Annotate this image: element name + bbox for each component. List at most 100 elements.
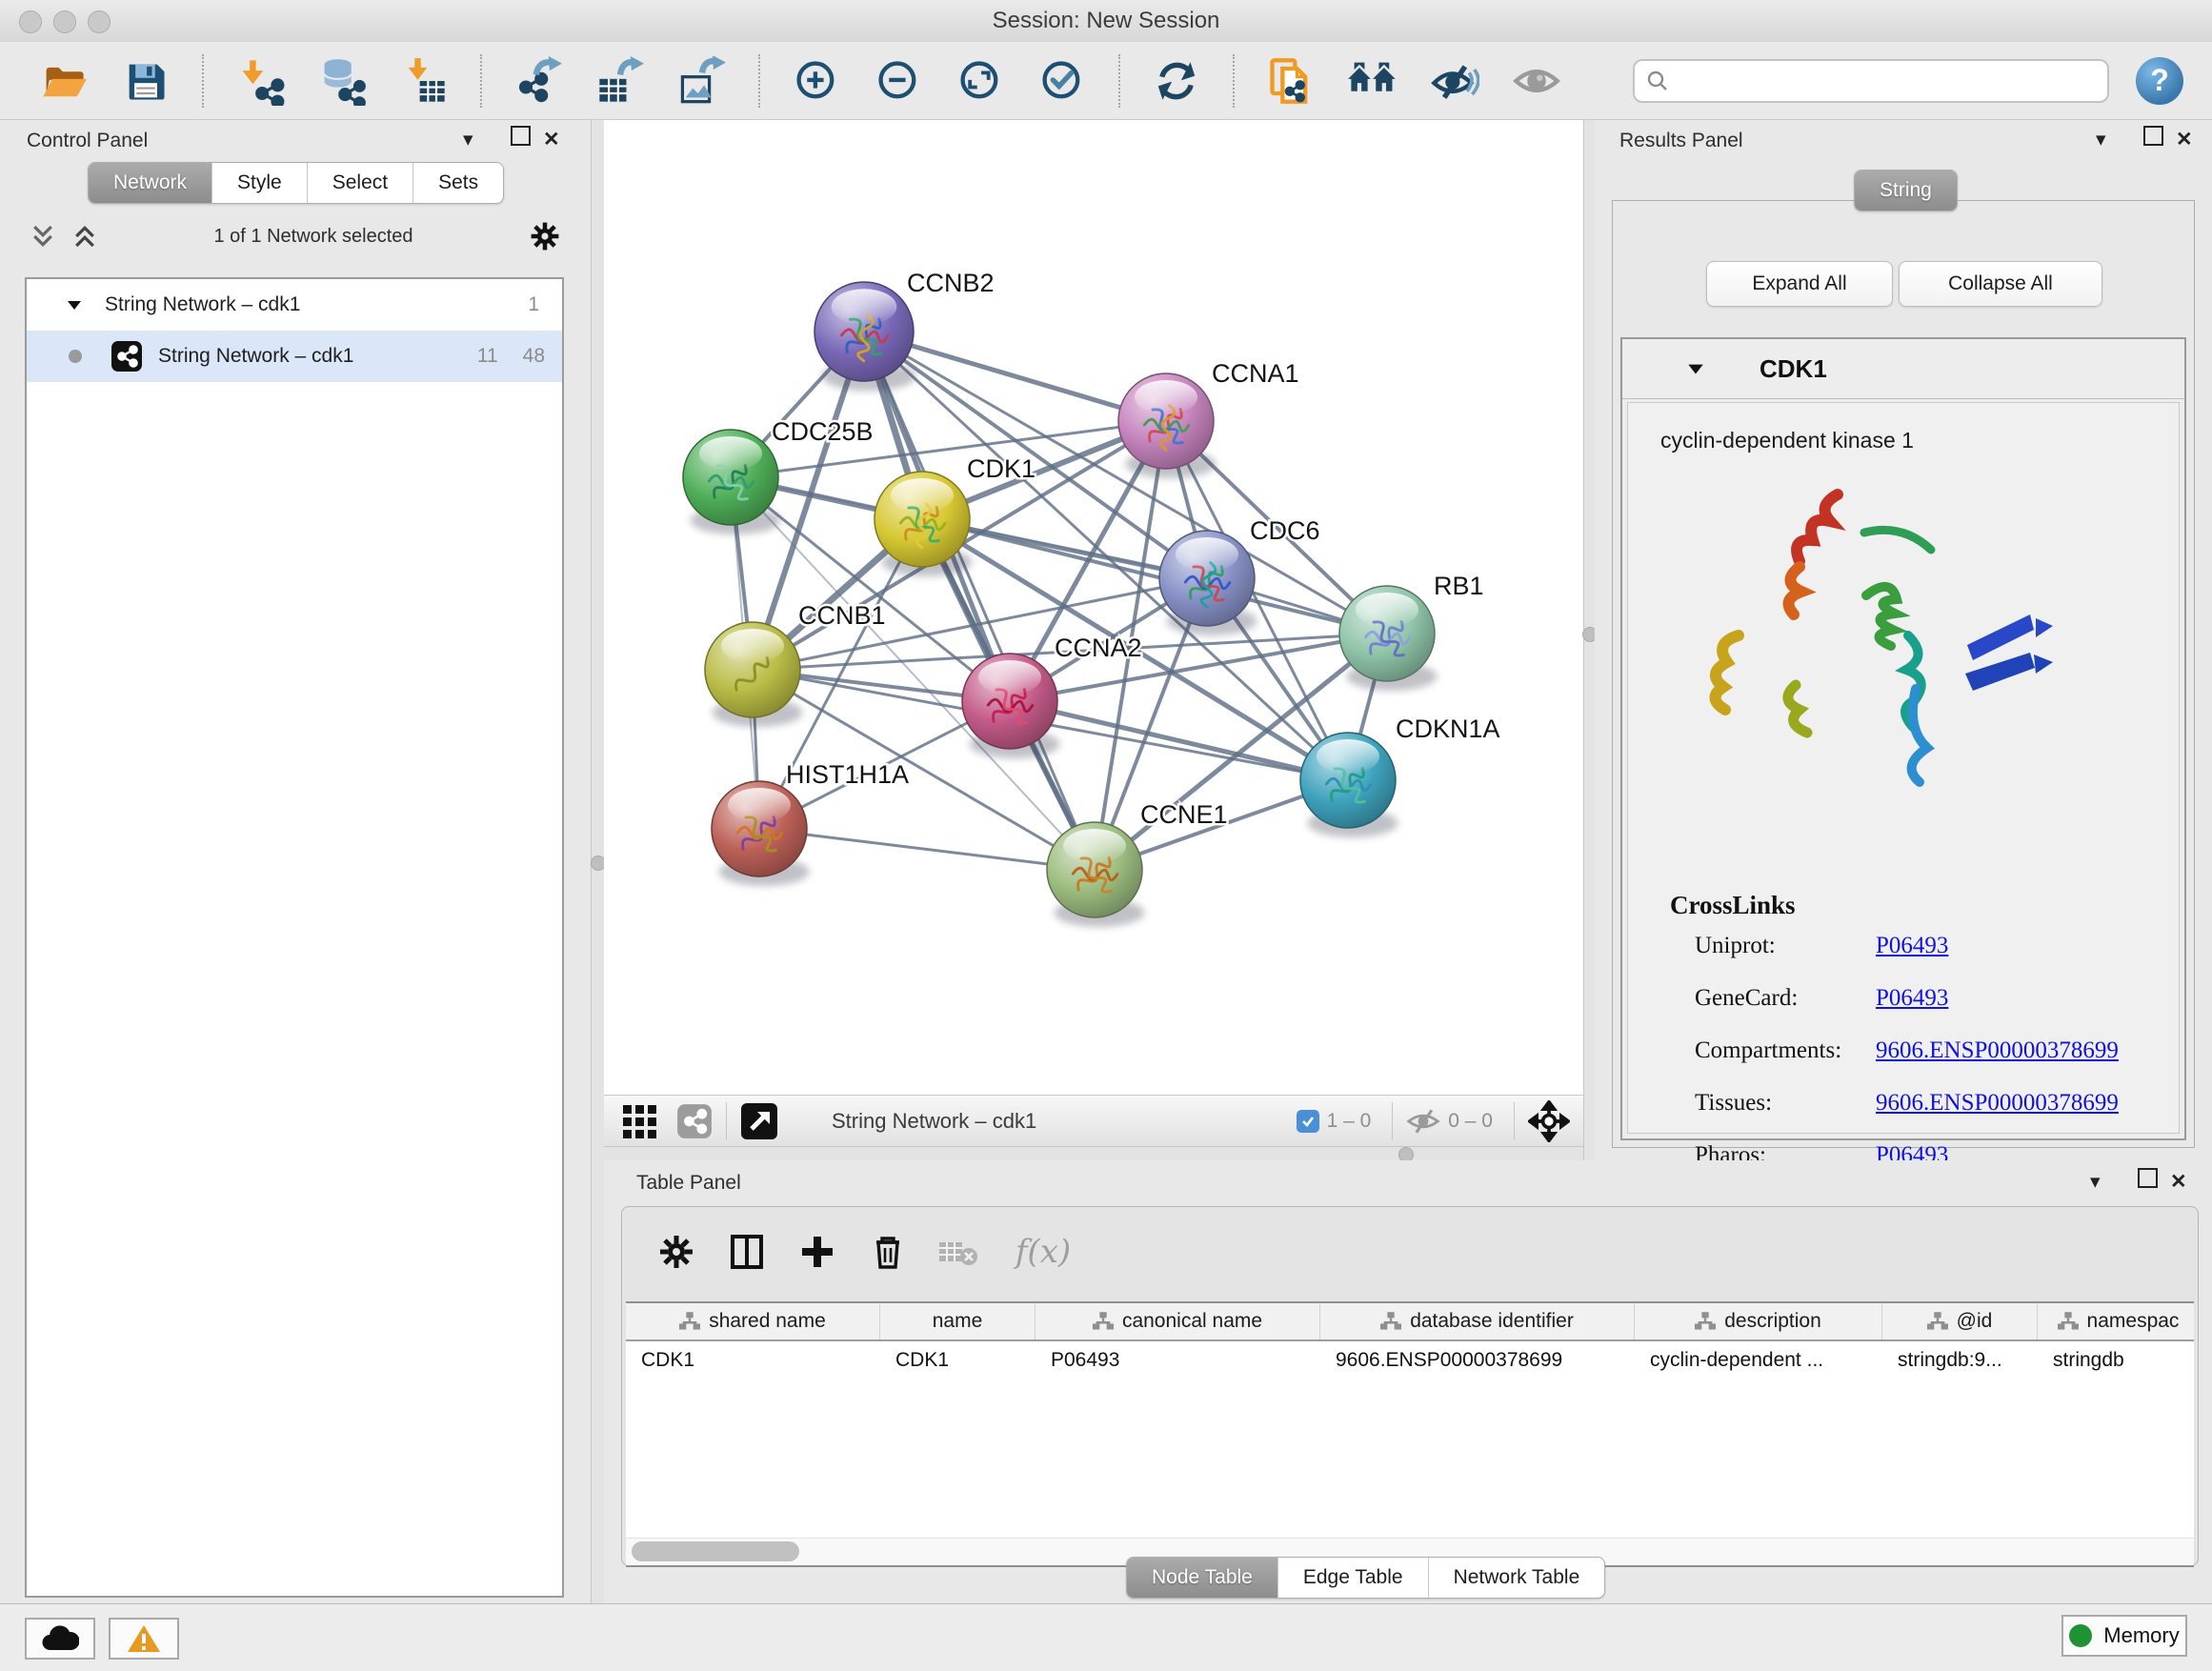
collapse-all-button[interactable]: Collapse All [1899, 261, 2102, 307]
open-session-icon[interactable] [36, 53, 91, 109]
network-node-HIST1H1A[interactable] [712, 781, 810, 886]
network-list-icon[interactable] [676, 1103, 713, 1139]
zoom-fit-icon[interactable] [953, 53, 1008, 109]
tab-style[interactable]: Style [212, 163, 308, 203]
table-panel-float-icon[interactable] [2138, 1168, 2158, 1188]
results-panel-close-icon[interactable]: ✕ [2176, 128, 2193, 151]
column-header-description[interactable]: description [1635, 1303, 1882, 1339]
network-view[interactable]: CCNB2CCNA1CDC25BCDK1CDC6RB1CCNB1CCNA2CDK… [604, 120, 1583, 1146]
clone-network-icon[interactable] [1263, 53, 1318, 109]
export-image-icon[interactable] [674, 53, 730, 109]
birds-eye-view-icon[interactable] [740, 1102, 778, 1140]
table-panel-collapse-icon[interactable]: ▾ [2090, 1170, 2101, 1194]
table-panel-close-icon[interactable]: ✕ [2170, 1170, 2187, 1194]
tab-edge-table[interactable]: Edge Table [1278, 1558, 1429, 1598]
node-label-CCNA1: CCNA1 [1212, 359, 1299, 388]
network-node-CDC25B[interactable] [683, 430, 781, 534]
zoom-out-icon[interactable] [871, 53, 926, 109]
delete-column-icon[interactable] [864, 1228, 912, 1276]
network-node-CDC6[interactable] [1159, 531, 1257, 635]
control-panel-title: Control Panel [27, 130, 148, 152]
control-panel-float-icon[interactable] [511, 126, 531, 146]
scrollbar-thumb[interactable] [632, 1541, 799, 1561]
network-node-RB1[interactable] [1339, 586, 1438, 691]
zoom-selected-icon[interactable] [1035, 53, 1090, 109]
show-columns-icon[interactable] [723, 1228, 771, 1276]
table-cell[interactable]: 9606.ENSP00000378699 [1320, 1341, 1635, 1379]
crosslink-link[interactable]: P06493 [1876, 933, 1948, 959]
memory-button[interactable]: Memory [2061, 1615, 2187, 1657]
delete-table-icon[interactable] [935, 1228, 982, 1276]
tab-sets[interactable]: Sets [413, 163, 503, 203]
help-icon[interactable]: ? [2136, 57, 2183, 105]
zoom-in-icon[interactable] [789, 53, 844, 109]
column-header-shared-name[interactable]: shared name [626, 1303, 880, 1339]
tab-select[interactable]: Select [308, 163, 413, 203]
network-node-CDK1[interactable] [875, 472, 973, 576]
table-row[interactable]: CDK1CDK1P064939606.ENSP00000378699cyclin… [626, 1341, 2194, 1379]
table-cell[interactable]: stringdb:9... [1882, 1341, 2038, 1379]
table-cell[interactable]: stringdb [2038, 1341, 2194, 1379]
cloud-button[interactable] [25, 1618, 95, 1660]
crosslink-link[interactable]: 9606.ENSP00000378699 [1876, 1037, 2119, 1064]
node-label-CCNB2: CCNB2 [907, 269, 995, 297]
import-table-file-icon[interactable] [396, 53, 452, 109]
disclosure-triangle-icon[interactable] [65, 295, 84, 314]
show-all-icon[interactable] [1509, 53, 1564, 109]
save-session-icon[interactable] [118, 53, 173, 109]
network-node-CCNE1[interactable] [1047, 822, 1145, 927]
table-settings-gear-icon[interactable] [653, 1228, 700, 1276]
column-header-database-identifier[interactable]: database identifier [1320, 1303, 1635, 1339]
footer-separator [1392, 1102, 1393, 1140]
tab-node-table[interactable]: Node Table [1127, 1558, 1278, 1598]
column-header-canonical-name[interactable]: canonical name [1036, 1303, 1320, 1339]
table-cell[interactable]: CDK1 [880, 1341, 1036, 1379]
pan-crosshair-icon[interactable] [1528, 1100, 1570, 1142]
hidden-eye-icon[interactable] [1406, 1107, 1440, 1136]
warning-button[interactable] [109, 1618, 179, 1660]
control-panel-close-icon[interactable]: ✕ [543, 128, 560, 151]
crosslink-link[interactable]: 9606.ENSP00000378699 [1876, 1090, 2119, 1117]
grid-view-icon[interactable] [619, 1101, 659, 1141]
search-input[interactable] [1679, 69, 2096, 92]
export-table-icon[interactable] [593, 53, 648, 109]
control-panel-collapse-icon[interactable]: ▾ [463, 128, 473, 151]
node-label-CCNE1: CCNE1 [1140, 800, 1228, 829]
add-column-icon[interactable] [794, 1228, 841, 1276]
network-node-CCNA2[interactable] [962, 654, 1060, 758]
import-network-file-icon[interactable] [232, 53, 288, 109]
collapse-all-icon[interactable] [29, 222, 57, 251]
network-node-CCNB2[interactable] [814, 282, 915, 391]
import-network-database-icon[interactable] [314, 53, 370, 109]
network-collection-row[interactable]: String Network – cdk1 1 [27, 279, 562, 331]
section-disclosure-icon[interactable] [1685, 358, 1706, 379]
gear-icon[interactable] [528, 219, 562, 253]
tab-network[interactable]: Network [89, 163, 212, 203]
tab-string[interactable]: String [1855, 171, 1957, 211]
gene-section-header[interactable]: CDK1 [1622, 339, 2184, 399]
export-network-icon[interactable] [511, 53, 566, 109]
network-row[interactable]: String Network – cdk1 11 48 [27, 331, 562, 382]
hide-selected-icon[interactable] [1427, 53, 1482, 109]
expand-all-icon[interactable] [70, 222, 99, 251]
column-header--id[interactable]: @id [1882, 1303, 2038, 1339]
results-panel-float-icon[interactable] [2143, 126, 2163, 146]
refresh-view-icon[interactable] [1149, 53, 1204, 109]
network-canvas[interactable]: CCNB2CCNA1CDC25BCDK1CDC6RB1CCNB1CCNA2CDK… [604, 120, 1583, 1095]
expand-all-button[interactable]: Expand All [1706, 261, 1893, 307]
table-cell[interactable]: P06493 [1036, 1341, 1320, 1379]
results-panel-collapse-icon[interactable]: ▾ [2096, 128, 2106, 151]
column-header-name[interactable]: name [880, 1303, 1036, 1339]
table-cell[interactable]: cyclin-dependent ... [1635, 1341, 1882, 1379]
home-icon[interactable] [1345, 53, 1400, 109]
function-builder-icon[interactable]: f(x) [1005, 1228, 1081, 1276]
toolbar-search[interactable] [1633, 59, 2109, 103]
table-cell[interactable]: CDK1 [626, 1341, 880, 1379]
network-node-CCNA1[interactable] [1118, 373, 1217, 478]
crosslink-link[interactable]: P06493 [1876, 985, 1948, 1012]
network-node-CDKN1A[interactable] [1300, 733, 1398, 837]
network-node-CCNB1[interactable] [705, 622, 803, 727]
selected-checkbox-icon[interactable] [1297, 1110, 1319, 1133]
column-header-namespac[interactable]: namespac [2038, 1303, 2194, 1339]
tab-network-table[interactable]: Network Table [1429, 1558, 1605, 1598]
